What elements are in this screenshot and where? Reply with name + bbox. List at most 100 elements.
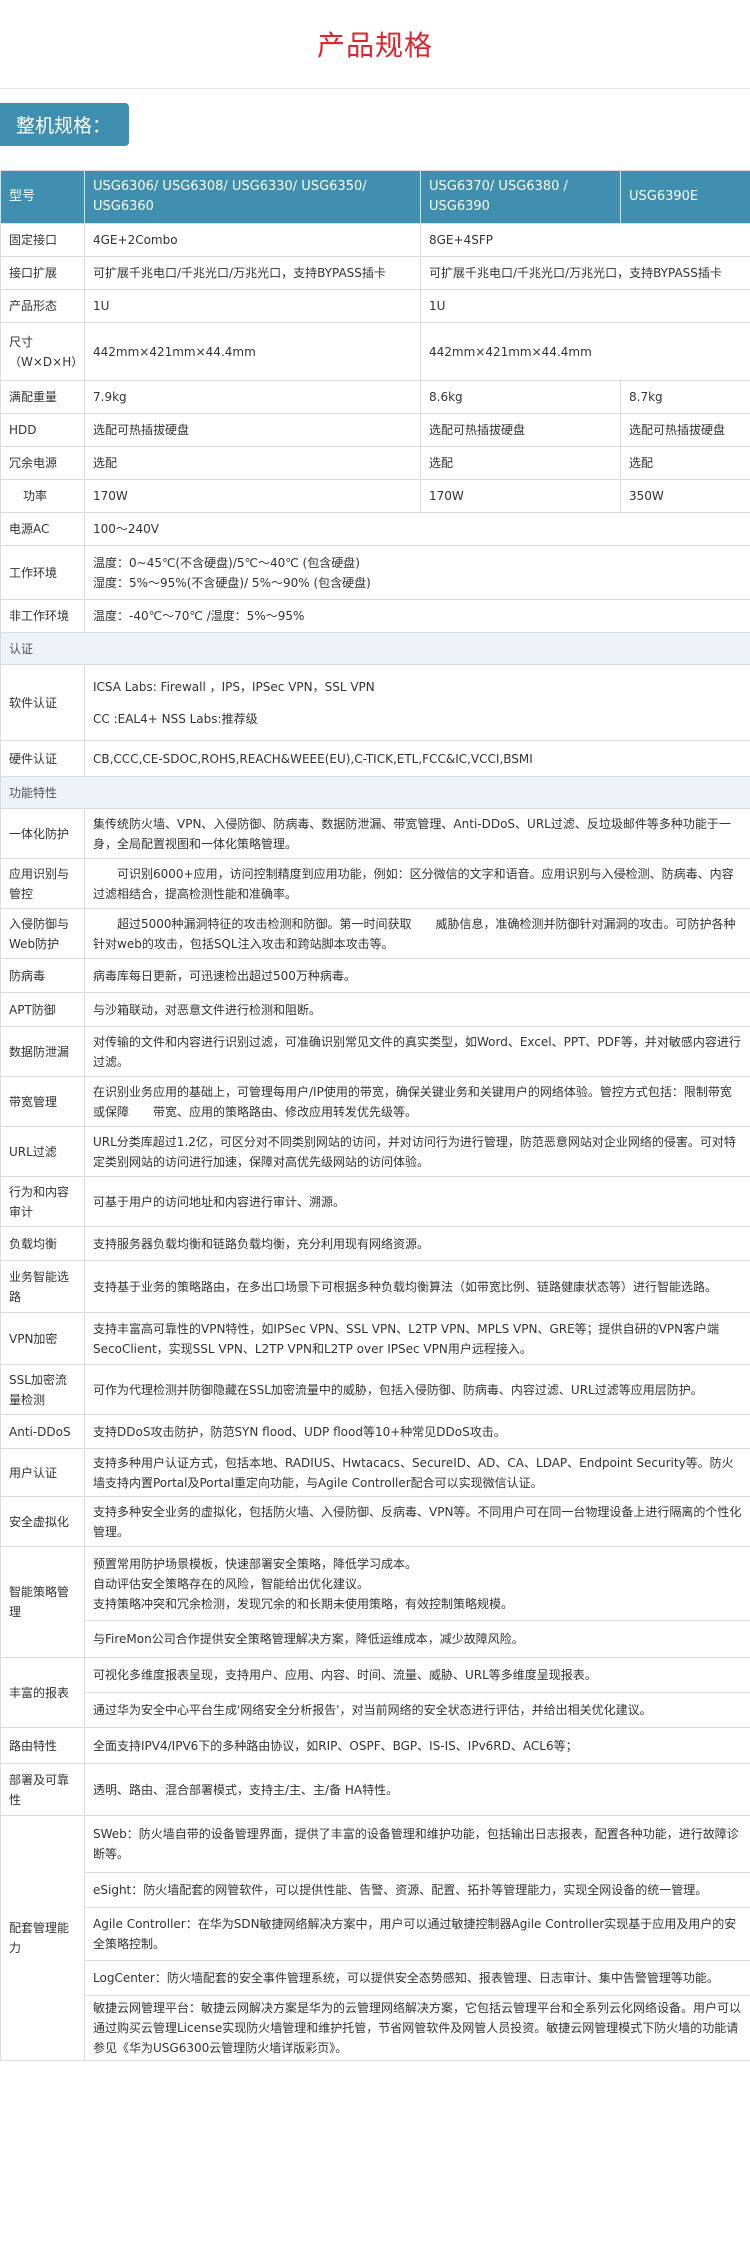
- cell: 170W: [84, 479, 421, 513]
- feature-row: 应用识别与管控 可识别6000+应用，访问控制精度到应用功能，例如：区分微信的文…: [0, 858, 750, 909]
- row-label: 工作环境: [0, 545, 85, 600]
- row-label: 防病毒: [0, 958, 85, 993]
- row-label: 带宽管理: [0, 1076, 85, 1127]
- feature-row: Anti-DDoS 支持DDoS攻击防护，防范SYN flood、UDP floo…: [0, 1414, 750, 1449]
- cell: 选配可热插拔硬盘: [420, 413, 621, 447]
- feature-row: URL过滤 URL分类库超过1.2亿，可区分对不同类别网站的访问，并对访问行为进行…: [0, 1126, 750, 1177]
- cell: 8GE+4SFP: [420, 223, 750, 257]
- row-label: 产品形态: [0, 289, 85, 323]
- row-label: 功率: [0, 479, 85, 513]
- feature-row: 用户认证 支持多种用户认证方式，包括本地、RADIUS、Hwtacacs、Secu…: [0, 1448, 750, 1497]
- cell: 全面支持IPV4/IPV6下的多种路由协议，如RIP、OSPF、BGP、IS-I…: [84, 1727, 750, 1764]
- cell: 通过华为安全中心平台生成'网络安全分析报告'，对当前网络的安全状态进行评估，并给…: [84, 1692, 750, 1728]
- cell: 与沙箱联动，对恶意文件进行检测和阻断。: [84, 992, 750, 1027]
- table-row: 通过华为安全中心平台生成'网络安全分析报告'，对当前网络的安全状态进行评估，并给…: [1, 1692, 750, 1728]
- cell: 透明、路由、混合部署模式，支持主/主、主/备 HA特性。: [84, 1763, 750, 1816]
- cell: 可扩展千兆电口/千兆光口/万兆光口，支持BYPASS插卡: [84, 256, 421, 290]
- cell: eSight：防火墙配套的网管软件，可以提供性能、告警、资源、配置、拓扑等管理能…: [84, 1872, 750, 1908]
- cell: 支持丰富高可靠性的VPN特性，如IPSec VPN、SSL VPN、L2TP V…: [84, 1312, 750, 1365]
- table-row: eSight：防火墙配套的网管软件，可以提供性能、告警、资源、配置、拓扑等管理能…: [1, 1872, 750, 1908]
- cell: 预置常用防护场景模板，快速部署安全策略，降低学习成本。 自动评估安全策略存在的风…: [84, 1546, 750, 1621]
- cell: URL分类库超过1.2亿，可区分对不同类别网站的访问，并对访问行为进行管理，防范…: [84, 1126, 750, 1177]
- section-tag-row: 整机规格：: [0, 88, 750, 157]
- page-title: 产品规格: [316, 29, 433, 62]
- section-label: 功能特性: [0, 776, 750, 809]
- table-row: 满配重量 7.9kg 8.6kg 8.7kg: [0, 380, 750, 414]
- row-label: SSL加密流量检测: [0, 1364, 85, 1415]
- row-label: 路由特性: [0, 1727, 85, 1764]
- cell: 集传统防火墙、VPN、入侵防御、防病毒、数据防泄漏、带宽管理、Anti-DDoS…: [84, 808, 750, 859]
- header-series-3: USG6390E: [620, 170, 750, 224]
- cell: 超过5000种漏洞特征的攻击检测和防御。第一时间获取 威胁信息，准确检测并防御针…: [84, 908, 750, 959]
- table-row: 非工作环境 温度：-40℃～70℃ /湿度：5%～95%: [0, 599, 750, 633]
- cell: 选配: [620, 446, 750, 480]
- cell: 支持基于业务的策略路由，在多出口场景下可根据多种负载均衡算法（如带宽比例、链路健…: [84, 1260, 750, 1313]
- cell-line: 支持策略冲突和冗余检测，发现冗余的和长期未使用策略，有效控制策略规模。: [93, 1596, 514, 1611]
- cell: 1U: [84, 289, 421, 323]
- cell: 敏捷云网管理平台：敏捷云网解决方案是华为的云管理网络解决方案，它包括云管理平台和…: [84, 1995, 750, 2061]
- cell: 温度：-40℃～70℃ /湿度：5%～95%: [84, 599, 750, 633]
- cell-line: CC :EAL4+ NSS Labs:推荐级: [93, 711, 258, 726]
- cell-line: 自动评估安全策略存在的风险，智能给出优化建议。: [93, 1576, 370, 1591]
- feature-row: VPN加密 支持丰富高可靠性的VPN特性，如IPSec VPN、SSL VPN、L…: [0, 1312, 750, 1365]
- cell: 442mm×421mm×44.4mm: [84, 322, 421, 381]
- cell: 可作为代理检测并防御隐藏在SSL加密流量中的威胁，包括入侵防御、防病毒、内容过滤…: [84, 1364, 750, 1415]
- feature-row: 业务智能选路 支持基于业务的策略路由，在多出口场景下可根据多种负载均衡算法（如带宽…: [0, 1260, 750, 1313]
- feature-rows: 一体化防护 集传统防火墙、VPN、入侵防御、防病毒、数据防泄漏、带宽管理、Anti…: [0, 808, 750, 1547]
- cell: 4GE+2Combo: [84, 223, 421, 257]
- row-label: 数据防泄漏: [0, 1026, 85, 1077]
- cell: Agile Controller：在华为SDN敏捷网络解决方案中，用户可以通过敏…: [84, 1907, 750, 1961]
- row-label: 部署及可靠性: [0, 1763, 85, 1816]
- cell-line: 湿度：5%～95%(不含硬盘)/ 5%～90% (包含硬盘): [93, 575, 371, 590]
- row-label: 业务智能选路: [0, 1260, 85, 1313]
- table-row: 部署及可靠性 透明、路由、混合部署模式，支持主/主、主/备 HA特性。: [0, 1763, 750, 1816]
- feature-row: 入侵防御与Web防护 超过5000种漏洞特征的攻击检测和防御。第一时间获取 威胁…: [0, 908, 750, 959]
- row-label: 固定接口: [0, 223, 85, 257]
- feature-row: 数据防泄漏 对传输的文件和内容进行识别过滤，可准确识别常见文件的真实类型，如Wor…: [0, 1026, 750, 1077]
- feature-row: 防病毒 病毒库每日更新，可迅速检出超过500万种病毒。: [0, 958, 750, 993]
- row-label: 负载均衡: [0, 1226, 85, 1261]
- row-label: 丰富的报表: [0, 1657, 85, 1728]
- cell: 对传输的文件和内容进行识别过滤，可准确识别常见文件的真实类型，如Word、Exc…: [84, 1026, 750, 1077]
- cell: 支持DDoS攻击防护，防范SYN flood、UDP flood等10+种常见D…: [84, 1414, 750, 1449]
- cell: 支持服务器负载均衡和链路负载均衡，充分利用现有网络资源。: [84, 1226, 750, 1261]
- row-label: Anti-DDoS: [0, 1414, 85, 1449]
- cell: 8.6kg: [420, 380, 621, 414]
- section-row-features: 功能特性: [0, 776, 750, 809]
- cell: 病毒库每日更新，可迅速检出超过500万种病毒。: [84, 958, 750, 993]
- cell: 可扩展千兆电口/千兆光口/万兆光口，支持BYPASS插卡: [420, 256, 750, 290]
- table-row: 工作环境 温度：0~45℃(不含硬盘)/5℃～40℃ (包含硬盘) 湿度：5%～…: [0, 545, 750, 600]
- cell: 100～240V: [84, 512, 750, 546]
- row-label: 接口扩展: [0, 256, 85, 290]
- table-row: 软件认证 ICSA Labs: Firewall ，IPS，IPSec VPN，…: [0, 664, 750, 741]
- header-series-2: USG6370/ USG6380 / USG6390: [420, 170, 621, 224]
- feature-row: 带宽管理 在识别业务应用的基础上，可管理每用户/IP使用的带宽，确保关键业务和关键…: [0, 1076, 750, 1127]
- cell: 1U: [420, 289, 750, 323]
- cell: 350W: [620, 479, 750, 513]
- row-label: 满配重量: [0, 380, 85, 414]
- cell-line: 温度：0~45℃(不含硬盘)/5℃～40℃ (包含硬盘): [93, 555, 360, 570]
- row-label: APT防御: [0, 992, 85, 1027]
- table-row: Agile Controller：在华为SDN敏捷网络解决方案中，用户可以通过敏…: [1, 1907, 750, 1961]
- row-label: 应用识别与管控: [0, 858, 85, 909]
- cell: 温度：0~45℃(不含硬盘)/5℃～40℃ (包含硬盘) 湿度：5%～95%(不…: [84, 545, 750, 600]
- row-label: 非工作环境: [0, 599, 85, 633]
- table-row: LogCenter：防火墙配套的安全事件管理系统，可以提供安全态势感知、报表管理…: [1, 1960, 750, 1996]
- table-row: 尺寸（W×D×H） 442mm×421mm×44.4mm 442mm×421mm…: [0, 322, 750, 381]
- cell: 可视化多维度报表呈现，支持用户、应用、内容、时间、流量、威胁、URL等多维度呈现…: [84, 1657, 750, 1693]
- table-row: 敏捷云网管理平台：敏捷云网解决方案是华为的云管理网络解决方案，它包括云管理平台和…: [1, 1995, 750, 2061]
- table-row: 固定接口 4GE+2Combo 8GE+4SFP: [0, 223, 750, 257]
- section-label: 认证: [0, 632, 750, 665]
- table-row: 路由特性 全面支持IPV4/IPV6下的多种路由协议，如RIP、OSPF、BGP…: [0, 1727, 750, 1764]
- spec-page: 产品规格 整机规格： 型号 USG6306/ USG6308/ USG6330/…: [0, 0, 750, 2246]
- row-label: 冗余电源: [0, 446, 85, 480]
- row-label: VPN加密: [0, 1312, 85, 1365]
- row-label: 用户认证: [0, 1448, 85, 1497]
- feature-row: 行为和内容审计 可基于用户的访问地址和内容进行审计、溯源。: [0, 1176, 750, 1227]
- row-label: 硬件认证: [0, 740, 85, 777]
- table-row: 硬件认证 CB,CCC,CE-SDOC,ROHS,REACH&WEEE(EU),…: [0, 740, 750, 777]
- cell: SWeb：防火墙自带的设备管理界面，提供了丰富的设备管理和维护功能，包括输出日志…: [84, 1815, 750, 1873]
- row-label: 行为和内容审计: [0, 1176, 85, 1227]
- row-label: 配套管理能力: [0, 1815, 85, 2061]
- table-row: 产品形态 1U 1U: [0, 289, 750, 323]
